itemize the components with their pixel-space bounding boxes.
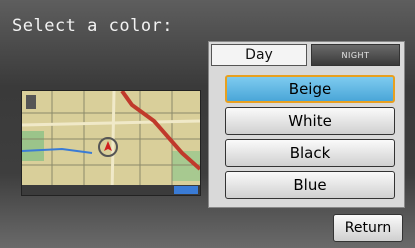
color-option-white[interactable]: White <box>225 107 395 135</box>
color-select-screen: Select a color: Day NIGHT Beige White Bl… <box>0 0 415 248</box>
page-title: Select a color: <box>12 16 174 36</box>
color-panel: Day NIGHT Beige White Black Blue <box>208 41 405 208</box>
color-option-black[interactable]: Black <box>225 139 395 167</box>
tab-night[interactable]: NIGHT <box>311 44 400 66</box>
tab-day[interactable]: Day <box>211 44 307 66</box>
color-option-beige[interactable]: Beige <box>225 75 395 103</box>
color-option-blue[interactable]: Blue <box>225 171 395 199</box>
map-preview <box>21 90 201 196</box>
map-preview-image <box>22 91 200 195</box>
return-button[interactable]: Return <box>333 214 403 242</box>
